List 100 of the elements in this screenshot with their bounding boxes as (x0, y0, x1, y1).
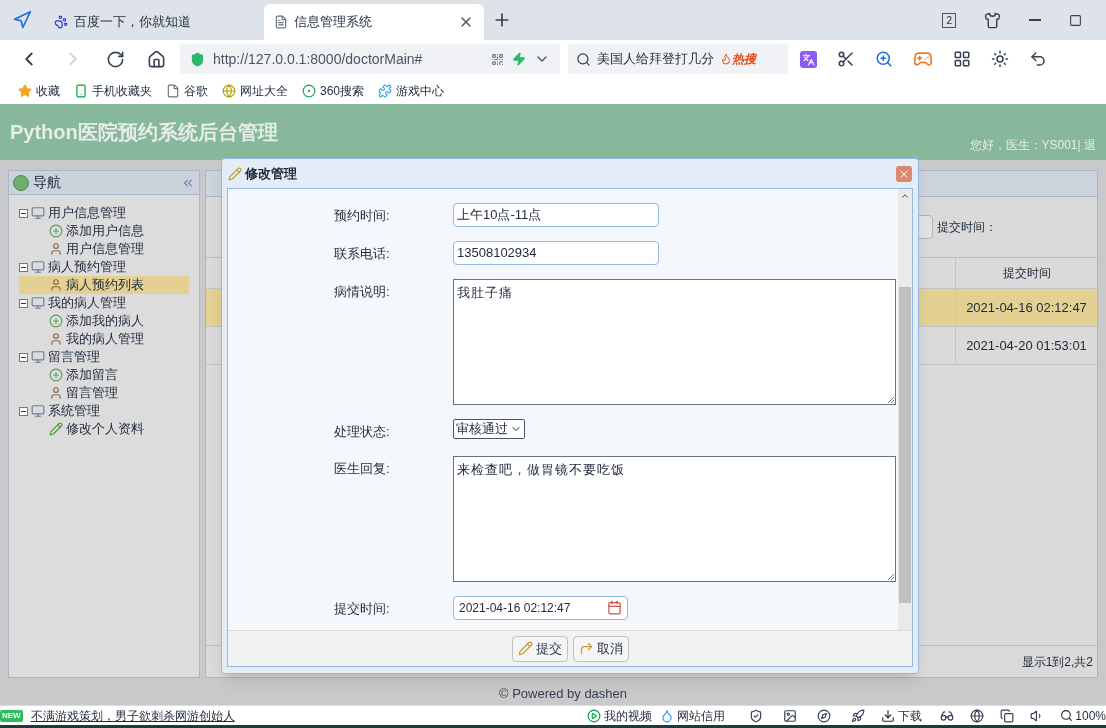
text-area[interactable]: 来检查吧，做胃镜不要吃饭 (453, 455, 896, 582)
plus-circle-icon (49, 314, 63, 328)
monitor-icon (31, 296, 45, 310)
nav-item[interactable]: 添加留言 (19, 366, 189, 384)
nav-item[interactable]: 修改个人资料 (19, 420, 189, 438)
bookmark-item[interactable]: 收藏 (18, 82, 60, 100)
bookmark-item[interactable]: 手机收藏夹 (74, 82, 152, 100)
magnifier-icon (875, 50, 893, 68)
nav-item[interactable]: 添加我的病人 (19, 312, 189, 330)
download-item[interactable]: 下载 (881, 706, 923, 725)
nav-item[interactable]: 我的病人管理 (19, 330, 189, 348)
close-button[interactable] (896, 165, 912, 182)
calendar-icon[interactable] (607, 600, 622, 615)
news-link[interactable]: 不满游戏策划，男子欲刺杀网游创始人 (30, 706, 235, 725)
tab-counter[interactable]: 2 (942, 12, 956, 28)
download-icon (881, 708, 896, 723)
browser-tab[interactable]: 信息管理系统 (264, 4, 484, 40)
sun-icon (991, 50, 1009, 68)
maximize-icon (1069, 13, 1082, 27)
address-field[interactable]: http://127.0.0.1:8000/doctorMain# (180, 44, 560, 74)
nav-item[interactable]: 病人预约列表 (19, 276, 189, 294)
monitor-icon (31, 404, 45, 418)
resize-grip-icon (887, 396, 895, 404)
field-label: 医生回复: (334, 459, 391, 478)
nav-group-label[interactable]: 系统管理 (48, 401, 100, 421)
status-item[interactable]: 我的视频 (587, 706, 653, 725)
zoom-item[interactable]: 100% (1060, 706, 1106, 725)
grid-icon (953, 50, 971, 68)
date-field[interactable]: 2021-04-16 02:12:47 (453, 595, 628, 620)
compass-arrow-icon (12, 10, 32, 30)
rocket-icon[interactable] (851, 708, 866, 723)
pencil-icon (49, 422, 63, 436)
bookmark-item[interactable]: 网址大全 (222, 82, 288, 100)
field-label: 病情说明: (334, 283, 391, 301)
nav-group-label[interactable]: 留言管理 (48, 347, 100, 367)
pagination-text: 显示1到2,共2 (1021, 653, 1093, 671)
shirt-icon (984, 11, 1001, 29)
text-area[interactable]: 我肚子痛 (453, 279, 896, 405)
field-label: 提交时间: (334, 599, 391, 618)
monitor-icon (31, 260, 45, 274)
window-icon[interactable] (1000, 708, 1015, 723)
scrollbar[interactable] (898, 189, 912, 630)
nav-item[interactable]: 用户信息管理 (19, 240, 189, 258)
search-icon (576, 51, 591, 67)
tree-toggle[interactable] (19, 406, 28, 416)
nav-group-label[interactable]: 用户信息管理 (48, 203, 126, 223)
monitor-icon (31, 206, 45, 220)
url-text: http://127.0.0.1:8000/doctorMain# (213, 49, 424, 69)
scroll-up-icon[interactable] (900, 191, 910, 201)
gamepad-icon (913, 49, 933, 69)
arrow-icon (578, 641, 594, 656)
search-text: 美国人给拜登打几分 (597, 50, 714, 69)
nav-group-label[interactable]: 我的病人管理 (48, 293, 126, 313)
app-title: Python医院预约系统后台管理 (10, 120, 278, 145)
page-icon (274, 15, 288, 29)
table-cell: 2021-04-20 01:53:01 (955, 327, 1097, 364)
glasses-icon[interactable] (940, 708, 955, 723)
image-icon[interactable] (783, 708, 798, 723)
browser-tab[interactable]: 百度一下，你就知道 (44, 4, 264, 40)
tab-title: 百度一下，你就知道 (74, 13, 192, 32)
tree-toggle[interactable] (19, 298, 28, 308)
bookmark-item[interactable]: 游戏中心 (378, 82, 445, 100)
nav-item[interactable]: 添加用户信息 (19, 222, 189, 240)
star-icon (18, 84, 32, 98)
undo-icon (1029, 50, 1047, 68)
status-select[interactable]: 审核通过 (453, 419, 525, 439)
search-icon (1060, 709, 1074, 722)
input-field[interactable]: 上午10点-11点 (453, 203, 659, 227)
user-icon (49, 332, 63, 346)
greeting-text: 您好，医生：YS001| 退 (969, 137, 1096, 154)
search-field[interactable]: 美国人给拜登打几分 热搜 (568, 44, 788, 74)
translate-icon[interactable] (800, 50, 817, 68)
home-icon (147, 49, 166, 69)
reload-icon (106, 49, 125, 69)
compass-icon[interactable] (817, 708, 832, 723)
shield-icon (190, 51, 205, 67)
droplet-icon (660, 708, 675, 723)
input-field[interactable]: 13508102934 (453, 241, 659, 265)
nav-item[interactable]: 留言管理 (19, 384, 189, 402)
hot-badge: 热搜 (720, 50, 756, 68)
lightning-icon (512, 52, 526, 66)
dialog-button[interactable]: 取消 (572, 635, 629, 662)
tree-toggle[interactable] (19, 262, 28, 272)
tree-toggle[interactable] (19, 208, 28, 218)
bookmark-item[interactable]: 360搜索 (302, 82, 365, 100)
nav-group-label[interactable]: 病人预约管理 (48, 257, 126, 277)
tab-title: 信息管理系统 (294, 13, 373, 32)
field-label: 处理状态: (334, 423, 391, 441)
dialog-button[interactable]: 提交 (511, 635, 568, 662)
paw-icon (54, 15, 68, 29)
pencil-icon (228, 166, 242, 181)
tree-toggle[interactable] (19, 352, 28, 362)
puzzle-icon (378, 84, 393, 98)
bookmark-item[interactable]: 谷歌 (166, 82, 208, 100)
dialog-title: 修改管理 (245, 164, 298, 183)
plus-circle-icon (49, 368, 63, 382)
shield-icon[interactable] (749, 708, 764, 723)
field-label: 预约时间: (334, 207, 391, 225)
field-label: 联系电话: (334, 245, 391, 263)
status-item[interactable]: 网站信用 (660, 706, 726, 725)
